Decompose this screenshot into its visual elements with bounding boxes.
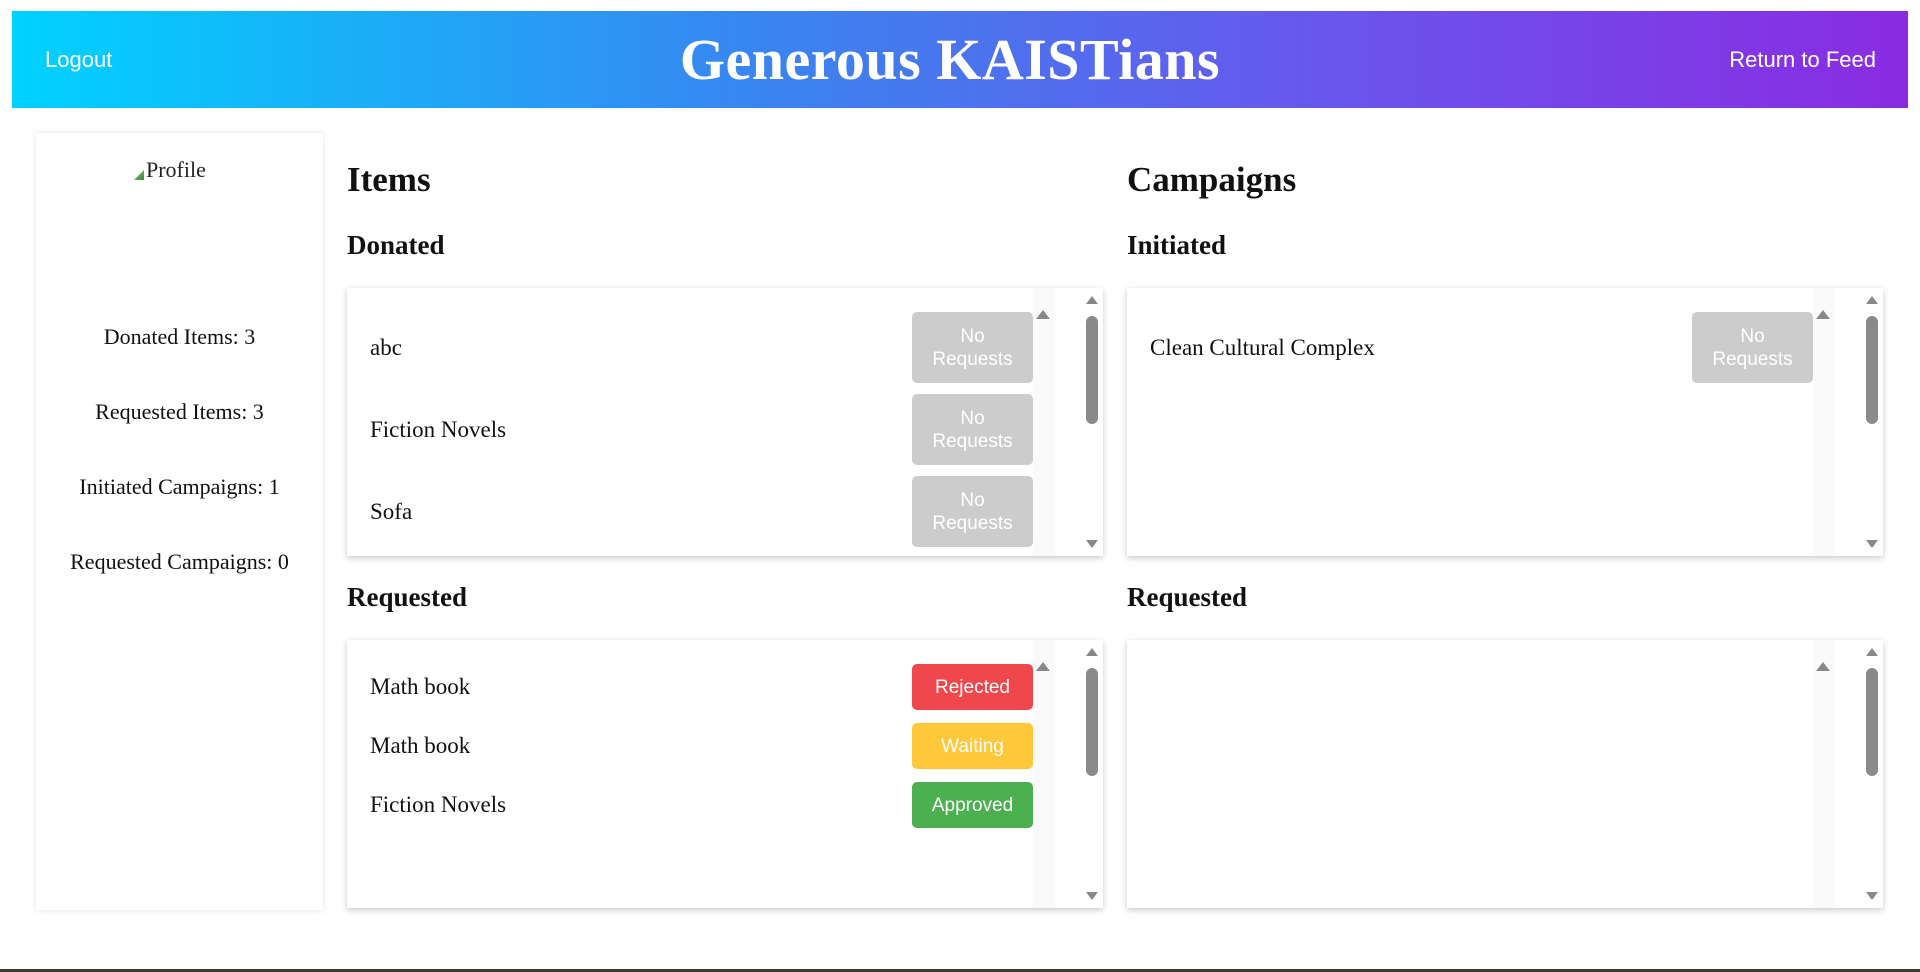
scroll-down-icon[interactable] — [1866, 892, 1878, 900]
scroll-down-icon[interactable] — [1086, 892, 1098, 900]
items-heading: Items — [347, 160, 431, 199]
list-item[interactable]: abc No Requests — [347, 312, 1033, 383]
list-item[interactable]: Math book Waiting — [347, 723, 1033, 769]
item-name: Fiction Novels — [370, 792, 507, 817]
scroll-thumb[interactable] — [1866, 316, 1878, 424]
inner-scroll-up-icon[interactable] — [1816, 310, 1830, 319]
status-badge: No Requests — [912, 476, 1033, 547]
list-item[interactable]: Sofa No Requests — [347, 476, 1033, 547]
scrollbar[interactable] — [1081, 288, 1103, 556]
items-donated-heading: Donated — [347, 230, 445, 260]
stat-donated-items: Donated Items: 3 — [103, 324, 256, 349]
list-item[interactable]: Math book Rejected — [347, 664, 1033, 710]
status-badge-rejected: Rejected — [912, 664, 1033, 710]
status-badge: No Requests — [912, 312, 1033, 383]
inner-scroll-track — [1813, 640, 1835, 908]
app-header: Logout Generous KAISTians Return to Feed — [12, 11, 1908, 108]
scrollbar[interactable] — [1861, 640, 1883, 908]
inner-scroll-track — [1033, 288, 1055, 556]
status-badge-waiting: Waiting — [912, 723, 1033, 769]
scrollbar[interactable] — [1081, 640, 1103, 908]
status-badge-approved: Approved — [912, 782, 1033, 828]
campaign-name: Clean Cultural Complex — [1150, 334, 1375, 360]
stat-requested-campaigns: Requested Campaigns: 0 — [70, 549, 289, 574]
inner-scroll-track — [1813, 288, 1835, 556]
scrollbar[interactable] — [1861, 288, 1883, 556]
campaigns-requested-heading: Requested — [1127, 582, 1247, 612]
scroll-thumb[interactable] — [1866, 668, 1878, 776]
scroll-thumb[interactable] — [1086, 668, 1098, 776]
scroll-up-icon[interactable] — [1866, 648, 1878, 656]
donated-items-panel[interactable]: abc No Requests Fiction Novels No Reques… — [347, 288, 1103, 556]
list-item[interactable]: Clean Cultural Complex No Requests — [1127, 312, 1813, 383]
scroll-up-icon[interactable] — [1086, 648, 1098, 656]
logout-link[interactable]: Logout — [45, 47, 112, 73]
campaigns-initiated-heading: Initiated — [1127, 230, 1227, 260]
scroll-down-icon[interactable] — [1086, 540, 1098, 548]
item-name: abc — [370, 334, 402, 360]
item-name: Math book — [370, 733, 471, 758]
item-name: Sofa — [370, 498, 413, 524]
requested-campaigns-panel[interactable] — [1127, 640, 1883, 908]
items-requested-heading: Requested — [347, 582, 467, 612]
scroll-up-icon[interactable] — [1086, 296, 1098, 304]
inner-scroll-track — [1033, 640, 1055, 908]
initiated-campaigns-panel[interactable]: Clean Cultural Complex No Requests — [1127, 288, 1883, 556]
stat-initiated-campaigns: Initiated Campaigns: 1 — [79, 474, 280, 499]
item-name: Math book — [370, 674, 471, 699]
item-name: Fiction Novels — [370, 416, 507, 442]
profile-image-alt: Profile — [146, 157, 206, 182]
inner-scroll-up-icon[interactable] — [1036, 662, 1050, 671]
scroll-down-icon[interactable] — [1866, 540, 1878, 548]
broken-image-icon — [134, 170, 144, 180]
profile-card: Profile Donated Items: 3 Requested Items… — [36, 133, 323, 910]
campaigns-heading: Campaigns — [1127, 160, 1297, 199]
inner-scroll-up-icon[interactable] — [1816, 662, 1830, 671]
status-badge: No Requests — [912, 394, 1033, 465]
stat-requested-items: Requested Items: 3 — [95, 399, 264, 424]
scroll-thumb[interactable] — [1086, 316, 1098, 424]
list-item[interactable]: Fiction Novels Approved — [347, 782, 1033, 828]
inner-scroll-up-icon[interactable] — [1036, 310, 1050, 319]
status-badge: No Requests — [1692, 312, 1813, 383]
list-item[interactable]: Fiction Novels No Requests — [347, 394, 1033, 465]
profile-avatar: Profile — [134, 157, 206, 183]
app-title: Generous KAISTians — [679, 27, 1221, 92]
scroll-up-icon[interactable] — [1866, 296, 1878, 304]
return-to-feed-link[interactable]: Return to Feed — [1729, 47, 1876, 73]
requested-items-panel[interactable]: Math book Rejected Math book Waiting Fic… — [347, 640, 1103, 908]
